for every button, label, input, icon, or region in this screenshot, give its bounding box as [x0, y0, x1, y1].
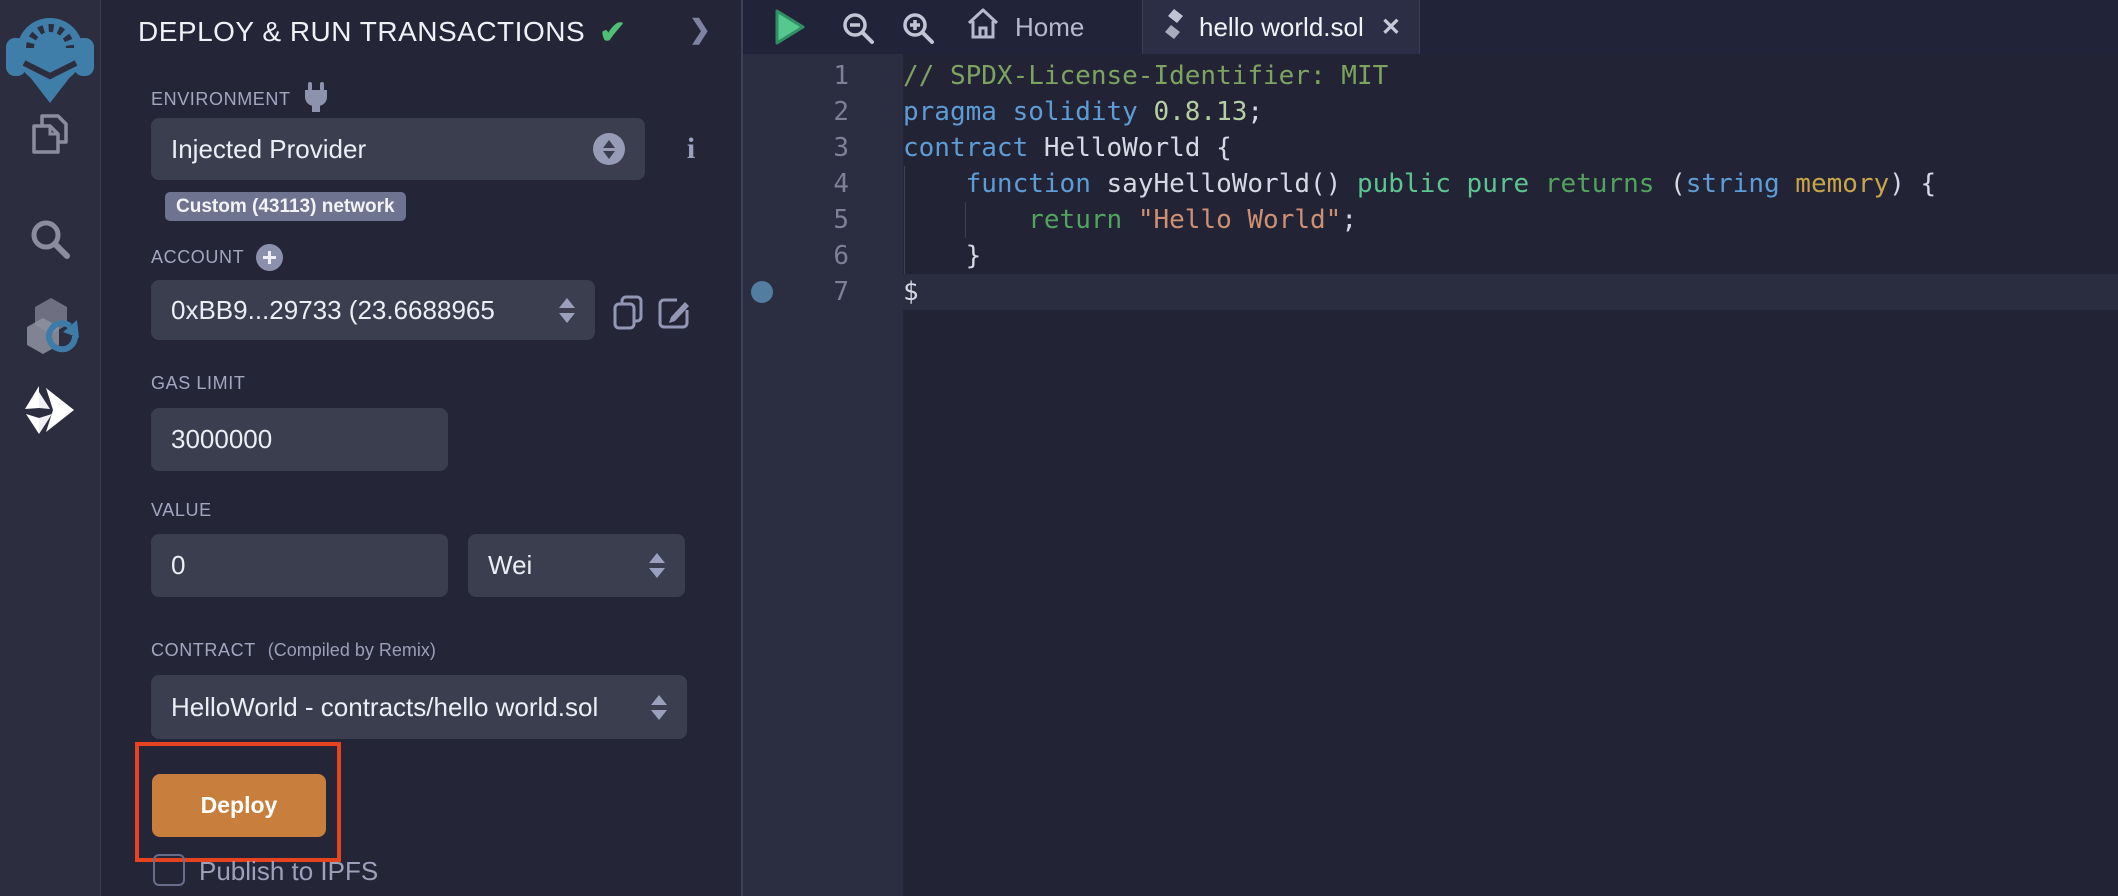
environment-label-row: ENVIRONMENT	[151, 82, 329, 117]
environment-value: Injected Provider	[171, 134, 585, 165]
code-line-text: }	[903, 238, 981, 274]
gas-limit-value: 3000000	[171, 424, 428, 455]
code-lines: 1// SPDX-License-Identifier: MIT2pragma …	[743, 58, 2118, 310]
code-line[interactable]: 6 }	[743, 238, 2118, 274]
value-amount: 0	[171, 550, 428, 581]
line-number[interactable]: 1	[743, 58, 903, 94]
network-badge: Custom (43113) network	[165, 192, 406, 221]
publish-ipfs-checkbox[interactable]	[153, 854, 185, 886]
code-line[interactable]: 5 return "Hello World";	[743, 202, 2118, 238]
code-line[interactable]: 7$	[743, 274, 2118, 310]
value-unit: Wei	[488, 550, 641, 581]
publish-ipfs-label: Publish to IPFS	[199, 856, 378, 887]
file-explorer-icon[interactable]	[24, 112, 76, 169]
code-line-text: // SPDX-License-Identifier: MIT	[903, 58, 1388, 94]
line-number[interactable]: 7	[743, 274, 903, 310]
environment-select-arrows-icon	[593, 133, 625, 165]
account-label: ACCOUNT	[151, 247, 244, 268]
deploy-run-icon[interactable]	[22, 384, 78, 441]
code-editor: Home hello world.sol ✕ 1// SPDX-License-…	[741, 0, 2118, 896]
code-line-text: return "Hello World";	[903, 202, 1357, 238]
copy-account-icon[interactable]	[611, 294, 645, 335]
remix-logo[interactable]	[6, 6, 94, 111]
plug-icon	[303, 82, 329, 117]
zoom-in-icon[interactable]	[901, 11, 935, 50]
code-line[interactable]: 3contract HelloWorld {	[743, 130, 2118, 166]
panel-title: DEPLOY & RUN TRANSACTIONS ✔	[138, 13, 626, 51]
code-area[interactable]: 1// SPDX-License-Identifier: MIT2pragma …	[743, 54, 2118, 896]
line-number[interactable]: 3	[743, 130, 903, 166]
zoom-out-icon[interactable]	[841, 11, 875, 50]
line-number[interactable]: 2	[743, 94, 903, 130]
environment-label: ENVIRONMENT	[151, 89, 291, 110]
code-line[interactable]: 1// SPDX-License-Identifier: MIT	[743, 58, 2118, 94]
run-script-icon[interactable]	[769, 7, 809, 52]
account-select[interactable]: 0xBB9...29733 (23.6688965	[151, 280, 595, 340]
environment-info-icon[interactable]: i	[673, 132, 709, 166]
gas-limit-input[interactable]: 3000000	[151, 408, 448, 471]
account-value: 0xBB9...29733 (23.6688965	[171, 295, 551, 326]
sign-message-icon[interactable]	[657, 294, 693, 335]
search-icon[interactable]	[27, 216, 73, 267]
panel-title-text: DEPLOY & RUN TRANSACTIONS	[138, 16, 585, 48]
line-number[interactable]: 4	[743, 166, 903, 202]
deploy-button[interactable]: Deploy	[152, 774, 326, 837]
contract-label: CONTRACT	[151, 640, 256, 661]
tab-hello-world-sol[interactable]: hello world.sol ✕	[1142, 0, 1420, 54]
tab-file-label: hello world.sol	[1199, 12, 1364, 43]
environment-select[interactable]: Injected Provider	[151, 118, 645, 180]
solidity-compiler-icon[interactable]	[17, 296, 83, 365]
code-line-text: $	[903, 274, 919, 310]
code-line[interactable]: 2pragma solidity 0.8.13;	[743, 94, 2118, 130]
solidity-file-icon	[1161, 8, 1187, 47]
value-label: VALUE	[151, 500, 212, 521]
value-input[interactable]: 0	[151, 534, 448, 597]
contract-select-arrows-icon	[651, 695, 667, 720]
line-number[interactable]: 5	[743, 202, 903, 238]
value-unit-arrows-icon	[649, 553, 665, 578]
icon-sidebar	[0, 0, 101, 896]
tab-home[interactable]: Home	[957, 0, 1092, 54]
remix-ide-window: DEPLOY & RUN TRANSACTIONS ✔ ❯ ENVIRONMEN…	[0, 0, 2118, 896]
contract-select[interactable]: HelloWorld - contracts/hello world.sol	[151, 675, 687, 739]
code-line-text: pragma solidity 0.8.13;	[903, 94, 1263, 130]
close-tab-icon[interactable]: ✕	[1381, 13, 1401, 42]
contract-sublabel: (Compiled by Remix)	[268, 640, 436, 661]
add-account-icon[interactable]	[256, 244, 283, 271]
editor-tabbar: Home hello world.sol ✕	[743, 0, 2118, 54]
panel-collapse-chevron-icon[interactable]: ❯	[689, 14, 711, 45]
deploy-run-panel: DEPLOY & RUN TRANSACTIONS ✔ ❯ ENVIRONMEN…	[101, 0, 741, 896]
contract-value: HelloWorld - contracts/hello world.sol	[171, 692, 643, 723]
account-label-row: ACCOUNT	[151, 244, 283, 271]
account-select-arrows-icon	[559, 298, 575, 323]
compile-success-check-icon: ✔	[599, 13, 626, 51]
value-unit-select[interactable]: Wei	[468, 534, 685, 597]
gas-limit-label: GAS LIMIT	[151, 373, 245, 394]
home-icon	[965, 6, 1001, 49]
contract-label-row: CONTRACT (Compiled by Remix)	[151, 640, 436, 661]
code-line-text: function sayHelloWorld() public pure ret…	[903, 166, 1936, 202]
code-line-text: contract HelloWorld {	[903, 130, 1232, 166]
line-number[interactable]: 6	[743, 238, 903, 274]
tab-home-label: Home	[1015, 12, 1084, 43]
code-line[interactable]: 4 function sayHelloWorld() public pure r…	[743, 166, 2118, 202]
